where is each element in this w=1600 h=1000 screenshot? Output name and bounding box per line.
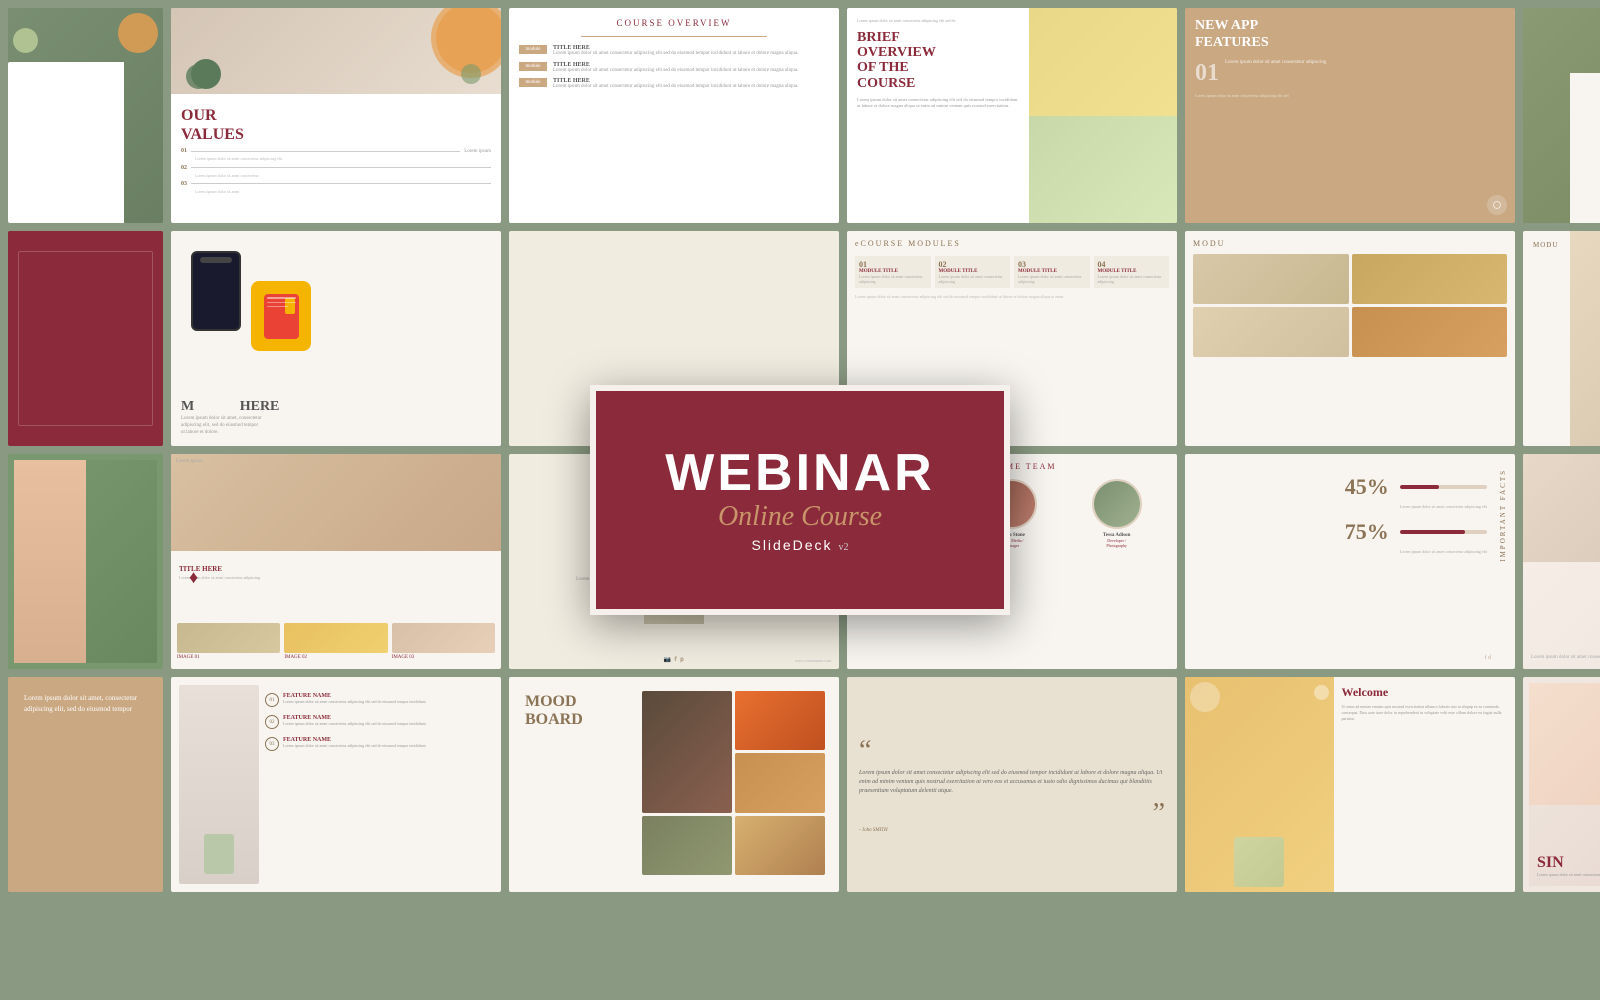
slide-r1c2-item2: 02 xyxy=(181,165,491,171)
slide-r2c4-modules: 01 MODULE TITLE Lorem ipsum dolor sit am… xyxy=(855,256,1169,288)
important-facts-label: IMPORTANT FACTS xyxy=(1499,469,1507,562)
slide-r1c3: COURSE OVERVIEW module TITLE HERE Lorem … xyxy=(509,8,839,223)
slide-r3c1 xyxy=(8,454,163,669)
module-04: 04 MODULE TITLE Lorem ipsum dolor sit am… xyxy=(1094,256,1170,288)
feature-01: 01 FEATURE NAME Lorem ipsum dolor sit am… xyxy=(265,693,493,707)
slide-r3c6: Lorem ipsum dolor sit amet consectetur xyxy=(1523,454,1600,669)
slide-r1c2-title: OUR VALUES xyxy=(181,106,491,144)
slide-r1c4-title: BRIEF OVERVIEW OF THE COURSE xyxy=(857,30,1019,92)
slide-r1c2: OUR VALUES 01 Lorem ipsum Lorem ipsum do… xyxy=(171,8,501,223)
slide-r1c3-item2: module TITLE HERE Lorem ipsum dolor sit … xyxy=(519,62,829,75)
slide-r3c5: IMPORTANT FACTS 45% Lorem ipsum dolor si… xyxy=(1185,454,1515,669)
slide-r2c5-images xyxy=(1193,254,1507,357)
slide-r1c5-text: Lorem ipsum dolor sit amet consectetur a… xyxy=(1225,60,1326,87)
google-slides-icon xyxy=(251,281,311,351)
slide-r4c5-title: Welcome xyxy=(1342,685,1508,700)
member-tessa-role: Developer /Photography xyxy=(1092,538,1142,548)
overlay-webinar-title: WEBINAR xyxy=(665,447,934,499)
slide-r1c3-item3: module TITLE HERE Lorem ipsum dolor sit … xyxy=(519,78,829,91)
slide-r4c2-image xyxy=(179,685,259,884)
feature-02: 02 FEATURE NAME Lorem ipsum dolor sit am… xyxy=(265,715,493,729)
module-02: 02 MODULE TITLE Lorem ipsum dolor sit am… xyxy=(935,256,1011,288)
slide-r3c2: Lorem ipsum ♦ TITLE HERE Lorem ipsum dol… xyxy=(171,454,501,669)
slide-r1c6 xyxy=(1523,8,1600,223)
overlay-version: v2 xyxy=(839,542,849,553)
slide-r2c2-title: M HERE xyxy=(181,399,279,415)
slide-r4c2: 01 FEATURE NAME Lorem ipsum dolor sit am… xyxy=(171,677,501,892)
avatar-tessa xyxy=(1092,479,1142,529)
slide-r1c5: NEW APP FEATURES 01 Lorem ipsum dolor si… xyxy=(1185,8,1515,223)
slide-r2c2: M HERE Lorem ipsum dolor sit amet, conse… xyxy=(171,231,501,446)
slide-r1c3-title: COURSE OVERVIEW xyxy=(519,18,829,28)
slide-r1c3-item1: module TITLE HERE Lorem ipsum dolor sit … xyxy=(519,45,829,58)
module-01: 01 MODULE TITLE Lorem ipsum dolor sit am… xyxy=(855,256,931,288)
slide-r1c4: Lorem ipsum dolor sit amet consectetur a… xyxy=(847,8,1177,223)
phone-mockup xyxy=(191,251,241,331)
slide-r2c5: MODU xyxy=(1185,231,1515,446)
slide-r4c5-text: Ui enim ad minim veniam quis nostrud exe… xyxy=(1342,704,1508,722)
slide-r3c2-bottom: IMAGE 01 IMAGE 02 IMAGE 03 xyxy=(171,619,501,664)
overlay-online-label: Online Course xyxy=(718,501,882,533)
slide-r1c2-item1: 01 Lorem ipsum xyxy=(181,148,491,154)
slide-r4c6: SIN Lorem ipsum dolor sit amet consectet… xyxy=(1523,677,1600,892)
slide-r1c2-item3: 03 xyxy=(181,181,491,187)
slide-r1c2-content: OUR VALUES 01 Lorem ipsum Lorem ipsum do… xyxy=(171,94,501,223)
slide-r1c5-num: 01 xyxy=(1195,60,1219,87)
slide-r4c3-title: MOOD BOARD xyxy=(525,693,628,728)
feature-03: 03 FEATURE NAME Lorem ipsum dolor sit am… xyxy=(265,737,493,751)
slide-r1c4-text: Lorem ipsum dolor sit amet consectetur a… xyxy=(857,97,1019,110)
slide-r2c1 xyxy=(8,231,163,446)
slide-r4c4-author: - John SMITH xyxy=(859,828,1165,833)
slide-r1c1 xyxy=(8,8,163,223)
slide-r4c3-grid xyxy=(642,685,831,884)
slide-r2c4-title: eCOURSE MODULES xyxy=(855,239,1169,248)
slide-r3c2-top-image: Lorem ipsum xyxy=(171,454,501,551)
member-tessa: Tessa Adison Developer /Photography xyxy=(1092,479,1142,548)
slide-r2c6: MODU xyxy=(1523,231,1600,446)
center-overlay: WEBINAR Online Course SlideDeck v2 xyxy=(590,385,1010,615)
module-03: 03 MODULE TITLE Lorem ipsum dolor sit am… xyxy=(1014,256,1090,288)
slide-r4c2-features: 01 FEATURE NAME Lorem ipsum dolor sit am… xyxy=(265,685,493,884)
slide-r2c5-title: MODU xyxy=(1193,239,1507,248)
overlay-slidedeck-label: SlideDeck xyxy=(751,537,832,553)
slide-r1c4-image xyxy=(1029,8,1178,223)
slide-r4c5-image xyxy=(1185,677,1334,892)
quote-open-mark: “ xyxy=(859,737,1165,765)
slide-r4c4: “ Lorem ipsum dolor sit amet consectetur… xyxy=(847,677,1177,892)
slide-r4c6-title: SIN xyxy=(1537,854,1600,872)
slide-r4c5: Welcome Ui enim ad minim veniam quis nos… xyxy=(1185,677,1515,892)
slide-r2c2-text: Lorem ipsum dolor sit amet, consectetura… xyxy=(181,415,279,436)
slide-r1c2-image xyxy=(171,8,501,94)
slide-r1c5-title: NEW APP FEATURES xyxy=(1195,18,1505,52)
quote-close-mark: ” xyxy=(859,800,1165,828)
slide-r4c1: Lorem ipsum dolor sit amet, consectetur … xyxy=(8,677,163,892)
slide-r4c1-text: Lorem ipsum dolor sit amet, consectetur … xyxy=(24,693,147,715)
slide-r4c3: MOOD BOARD xyxy=(509,677,839,892)
slide-r4c4-quote: Lorem ipsum dolor sit amet consectetur a… xyxy=(859,769,1165,796)
leaf-icon: ♦ xyxy=(189,567,198,588)
